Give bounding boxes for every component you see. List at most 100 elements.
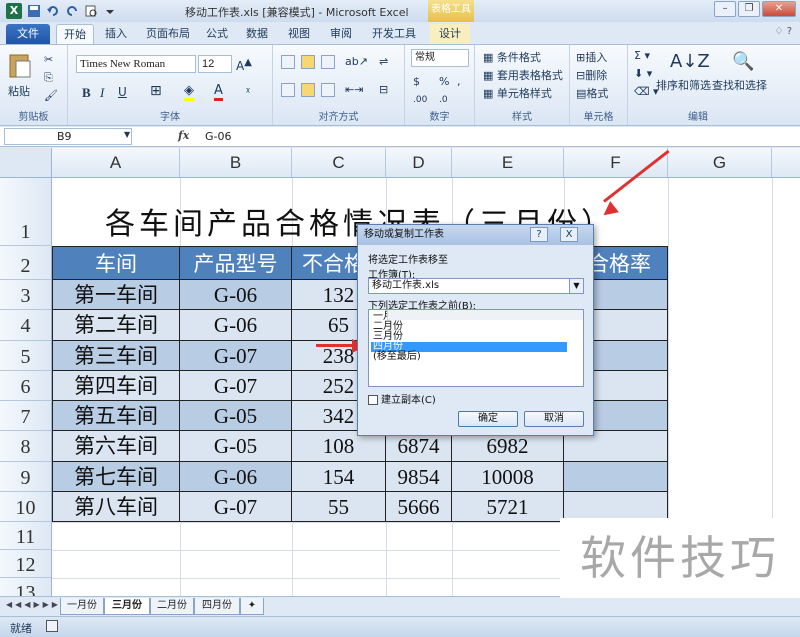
table-cell[interactable]: G-06	[180, 280, 292, 310]
cell-styles-button[interactable]: ▦ 单元格样式	[483, 85, 552, 101]
row-header-6[interactable]: 6	[0, 371, 52, 401]
merge-center-icon[interactable]: ⊟	[379, 83, 388, 96]
row-header-10[interactable]: 10	[0, 492, 52, 522]
find-select-icon[interactable]: 🔍	[732, 51, 754, 72]
row-header-8[interactable]: 8	[0, 431, 52, 462]
row-header-9[interactable]: 9	[0, 462, 52, 492]
column-header-h[interactable]	[772, 148, 800, 178]
dialog-close-button[interactable]: X	[560, 227, 578, 242]
font-size-select[interactable]: 12	[198, 55, 232, 73]
column-header-c[interactable]: C	[292, 148, 386, 178]
table-cell[interactable]: 5721	[452, 492, 564, 522]
row-header-4[interactable]: 4	[0, 310, 52, 341]
checkbox-box[interactable]	[368, 395, 378, 405]
align-right-icon[interactable]	[321, 83, 337, 97]
table-cell[interactable]	[564, 462, 668, 492]
row-header-12[interactable]: 12	[0, 550, 52, 578]
table-cell[interactable]: G-05	[180, 401, 292, 431]
sheet-nav-arrows-icon[interactable]: ◀◀◀▶▶▶	[6, 600, 61, 609]
insert-cells-button[interactable]: ⊞插入	[576, 49, 607, 65]
fill-icon[interactable]: ⬇ ▾	[634, 67, 652, 80]
print-preview-icon[interactable]	[84, 4, 98, 18]
align-middle-icon[interactable]	[301, 55, 317, 69]
tab-design[interactable]: 设计	[430, 24, 470, 44]
italic-icon[interactable]: I	[100, 85, 104, 101]
decrease-decimal-icon[interactable]: .0	[439, 95, 448, 105]
header-cell-workshop[interactable]: 车间	[52, 246, 180, 280]
table-cell[interactable]: 10008	[452, 462, 564, 492]
table-format-button[interactable]: ▦ 套用表格格式	[483, 67, 563, 83]
bold-icon[interactable]: B	[82, 85, 91, 101]
tab-developer[interactable]: 开发工具	[366, 24, 422, 44]
table-cell[interactable]: 9854	[386, 462, 452, 492]
table-cell[interactable]: 第四车间	[52, 371, 180, 401]
column-header-d[interactable]: D	[386, 148, 452, 178]
table-cell[interactable]: 55	[292, 492, 386, 522]
name-box[interactable]: B9	[4, 128, 132, 145]
sort-filter-icon[interactable]: A↓Z	[670, 51, 710, 72]
excel-logo-icon[interactable]: X	[6, 3, 22, 19]
ok-button[interactable]: 确定	[458, 411, 518, 427]
table-cell[interactable]: G-07	[180, 371, 292, 401]
header-cell-model[interactable]: 产品型号	[180, 246, 292, 280]
table-cell[interactable]: G-06	[180, 310, 292, 341]
name-box-dropdown-icon[interactable]: ▼	[124, 130, 130, 139]
format-painter-icon[interactable]: 🖌	[44, 89, 58, 102]
select-all-corner[interactable]	[0, 148, 52, 178]
grow-font-icon[interactable]: A▲	[236, 57, 252, 73]
number-format-select[interactable]: 常规	[411, 49, 469, 67]
orientation-icon[interactable]: ab↗	[345, 55, 368, 68]
customize-qat-icon[interactable]	[103, 4, 117, 18]
fill-color-icon[interactable]: ◈	[184, 83, 194, 101]
cut-icon[interactable]: ✂	[44, 53, 53, 66]
tab-home[interactable]: 开始	[56, 24, 94, 44]
tab-view[interactable]: 视图	[282, 24, 316, 44]
undo-icon[interactable]	[46, 4, 60, 18]
column-header-b[interactable]: B	[180, 148, 292, 178]
table-cell[interactable]: 第二车间	[52, 310, 180, 341]
sheet-listbox[interactable]: 一月份 二月份 三月份 四月份 (移至最后)	[368, 309, 584, 387]
row-header-3[interactable]: 3	[0, 280, 52, 310]
delete-cells-button[interactable]: ⊟删除	[576, 67, 607, 83]
paste-icon[interactable]	[8, 51, 32, 82]
tab-file[interactable]: 文件	[6, 24, 50, 44]
tab-formulas[interactable]: 公式	[200, 24, 234, 44]
tab-insert[interactable]: 插入	[98, 24, 134, 44]
column-header-g[interactable]: G	[668, 148, 772, 178]
table-cell[interactable]: G-07	[180, 492, 292, 522]
dialog-help-button[interactable]: ?	[530, 227, 548, 242]
sheet-tab-jan[interactable]: 一月份	[60, 598, 104, 615]
formula-input[interactable]: G-06	[205, 130, 232, 143]
copy-icon[interactable]: ⎘	[44, 71, 53, 85]
table-cell[interactable]: 第五车间	[52, 401, 180, 431]
save-icon[interactable]	[27, 4, 41, 18]
help-icon[interactable]: ♢ ?	[775, 26, 792, 37]
wrap-text-icon[interactable]: ⇌	[379, 55, 388, 68]
table-cell[interactable]: 154	[292, 462, 386, 492]
row-header-13[interactable]: 13	[0, 578, 52, 596]
find-select-button[interactable]: 查找和选择	[712, 77, 767, 93]
column-header-e[interactable]: E	[452, 148, 564, 178]
currency-icon[interactable]: $	[413, 75, 420, 88]
row-header-7[interactable]: 7	[0, 401, 52, 431]
redo-icon[interactable]	[65, 4, 79, 18]
table-cell[interactable]: G-06	[180, 462, 292, 492]
table-cell[interactable]: 第三车间	[52, 341, 180, 371]
conditional-format-button[interactable]: ▦ 条件格式	[483, 49, 541, 65]
paste-button[interactable]: 粘贴	[8, 83, 30, 99]
align-top-icon[interactable]	[281, 55, 297, 69]
underline-icon[interactable]: U	[118, 85, 127, 99]
tab-data[interactable]: 数据	[240, 24, 274, 44]
close-window-icon[interactable]: ✕	[762, 1, 796, 17]
increase-decimal-icon[interactable]: .00	[413, 95, 427, 105]
font-color-icon[interactable]: A	[214, 83, 223, 101]
row-header-1[interactable]: 1	[0, 178, 52, 246]
create-copy-checkbox[interactable]: 建立副本(C)	[368, 391, 436, 406]
workbook-dropdown-icon[interactable]: ▼	[569, 279, 583, 293]
sheet-tab-feb[interactable]: 二月份	[150, 598, 194, 615]
row-header-5[interactable]: 5	[0, 341, 52, 371]
sheet-list-item[interactable]: (移至最后)	[371, 352, 567, 362]
table-cell[interactable]: 第六车间	[52, 431, 180, 462]
table-cell[interactable]: 第八车间	[52, 492, 180, 522]
move-copy-dialog[interactable]: 移动或复制工作表 ? X 将选定工作表移至 工作簿(T): 移动工作表.xls …	[357, 224, 594, 436]
